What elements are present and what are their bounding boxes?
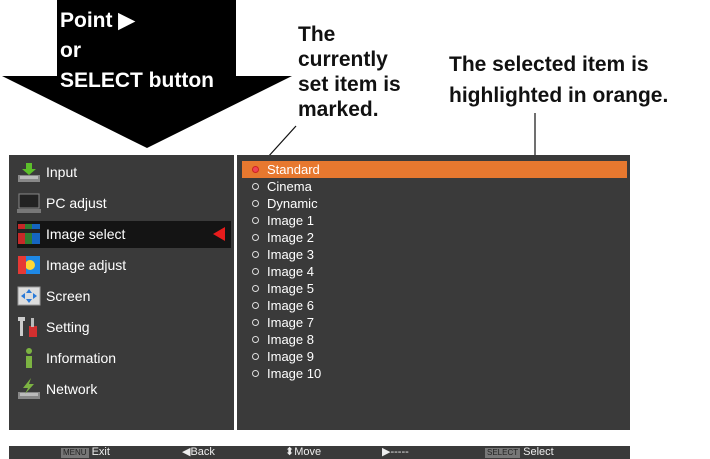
footer-exit[interactable]: MENU Exit xyxy=(61,446,110,459)
menu-item-label: Screen xyxy=(46,288,91,304)
list-item-image-4[interactable]: Image 4 xyxy=(242,263,627,280)
list-item-image-6[interactable]: Image 6 xyxy=(242,297,627,314)
list-item-label: Image 1 xyxy=(267,213,314,228)
menu-item-setting[interactable]: Setting xyxy=(17,314,231,341)
list-item-label: Image 10 xyxy=(267,366,322,381)
menu-item-label: Image adjust xyxy=(46,257,127,273)
image-adjust-icon xyxy=(18,256,40,274)
footer-select[interactable]: SELECT Select xyxy=(485,446,554,459)
menu-item-label: Input xyxy=(46,164,78,180)
list-item-label: Image 4 xyxy=(267,264,314,279)
menu-item-network[interactable]: Network xyxy=(17,376,231,403)
radio-icon xyxy=(252,336,259,343)
radio-icon xyxy=(252,183,259,190)
menu-item-image-select[interactable]: Image select xyxy=(17,221,231,248)
list-item-dynamic[interactable]: Dynamic xyxy=(242,195,627,212)
list-item-image-3[interactable]: Image 3 xyxy=(242,246,627,263)
list-item-cinema[interactable]: Cinema xyxy=(242,178,627,195)
footer-guide-bar: MENU Exit ◀Back ⬍Move ▶----- SELECT Select xyxy=(9,446,630,459)
menu-item-input[interactable]: Input xyxy=(17,159,231,186)
radio-icon xyxy=(252,302,259,309)
list-item-image-10[interactable]: Image 10 xyxy=(242,365,627,382)
input-icon xyxy=(18,163,40,182)
radio-icon xyxy=(252,217,259,224)
list-item-image-5[interactable]: Image 5 xyxy=(242,280,627,297)
list-item-label: Image 5 xyxy=(267,281,314,296)
radio-icon xyxy=(252,353,259,360)
list-item-label: Image 3 xyxy=(267,247,314,262)
list-item-image-1[interactable]: Image 1 xyxy=(242,212,627,229)
list-item-label: Image 8 xyxy=(267,332,314,347)
screen-icon xyxy=(17,286,41,306)
menu-item-label: Setting xyxy=(46,319,90,335)
main-menu-panel: Input PC adjust Image select Image adjus… xyxy=(9,155,234,430)
list-item-label: Image 7 xyxy=(267,315,314,330)
list-item-label: Image 9 xyxy=(267,349,314,364)
list-item-image-2[interactable]: Image 2 xyxy=(242,229,627,246)
image-select-icon xyxy=(18,224,40,244)
radio-icon xyxy=(252,370,259,377)
list-item-label: Image 2 xyxy=(267,230,314,245)
menu-item-label: PC adjust xyxy=(46,195,107,211)
menu-item-label: Network xyxy=(46,381,98,397)
setting-icon xyxy=(18,317,37,337)
image-select-list: Standard Cinema Dynamic Image 1 Image 2 … xyxy=(237,155,630,430)
menu-item-screen[interactable]: Screen xyxy=(17,283,231,310)
pc-adjust-icon xyxy=(17,193,41,213)
radio-icon xyxy=(252,234,259,241)
current-menu-pointer-icon xyxy=(213,227,225,241)
list-item-standard[interactable]: Standard xyxy=(242,161,627,178)
menu-item-label: Image select xyxy=(46,226,126,242)
footer-back[interactable]: ◀Back xyxy=(182,446,215,459)
list-item-image-9[interactable]: Image 9 xyxy=(242,348,627,365)
menu-item-image-adjust[interactable]: Image adjust xyxy=(17,252,231,279)
menu-item-label: Information xyxy=(46,350,117,366)
radio-icon xyxy=(252,251,259,258)
list-item-image-8[interactable]: Image 8 xyxy=(242,331,627,348)
menu-item-information[interactable]: Information xyxy=(17,345,231,372)
information-icon xyxy=(26,348,32,368)
list-item-label: Dynamic xyxy=(267,196,318,211)
footer-next[interactable]: ▶----- xyxy=(382,446,409,459)
menu-key: MENU xyxy=(61,448,89,458)
radio-icon xyxy=(252,268,259,275)
footer-move[interactable]: ⬍Move xyxy=(285,446,321,459)
list-item-label: Image 6 xyxy=(267,298,314,313)
radio-icon xyxy=(252,285,259,292)
menu-item-pc-adjust[interactable]: PC adjust xyxy=(17,190,231,217)
network-icon xyxy=(18,378,40,399)
footer-exit-label: Exit xyxy=(91,446,110,458)
list-item-label: Standard xyxy=(267,162,320,177)
list-item-label: Cinema xyxy=(267,179,312,194)
radio-icon xyxy=(252,200,259,207)
radio-icon xyxy=(252,319,259,326)
footer-select-label: Select xyxy=(523,446,554,458)
select-key: SELECT xyxy=(485,448,521,458)
list-item-image-7[interactable]: Image 7 xyxy=(242,314,627,331)
current-mark-icon xyxy=(252,166,259,173)
